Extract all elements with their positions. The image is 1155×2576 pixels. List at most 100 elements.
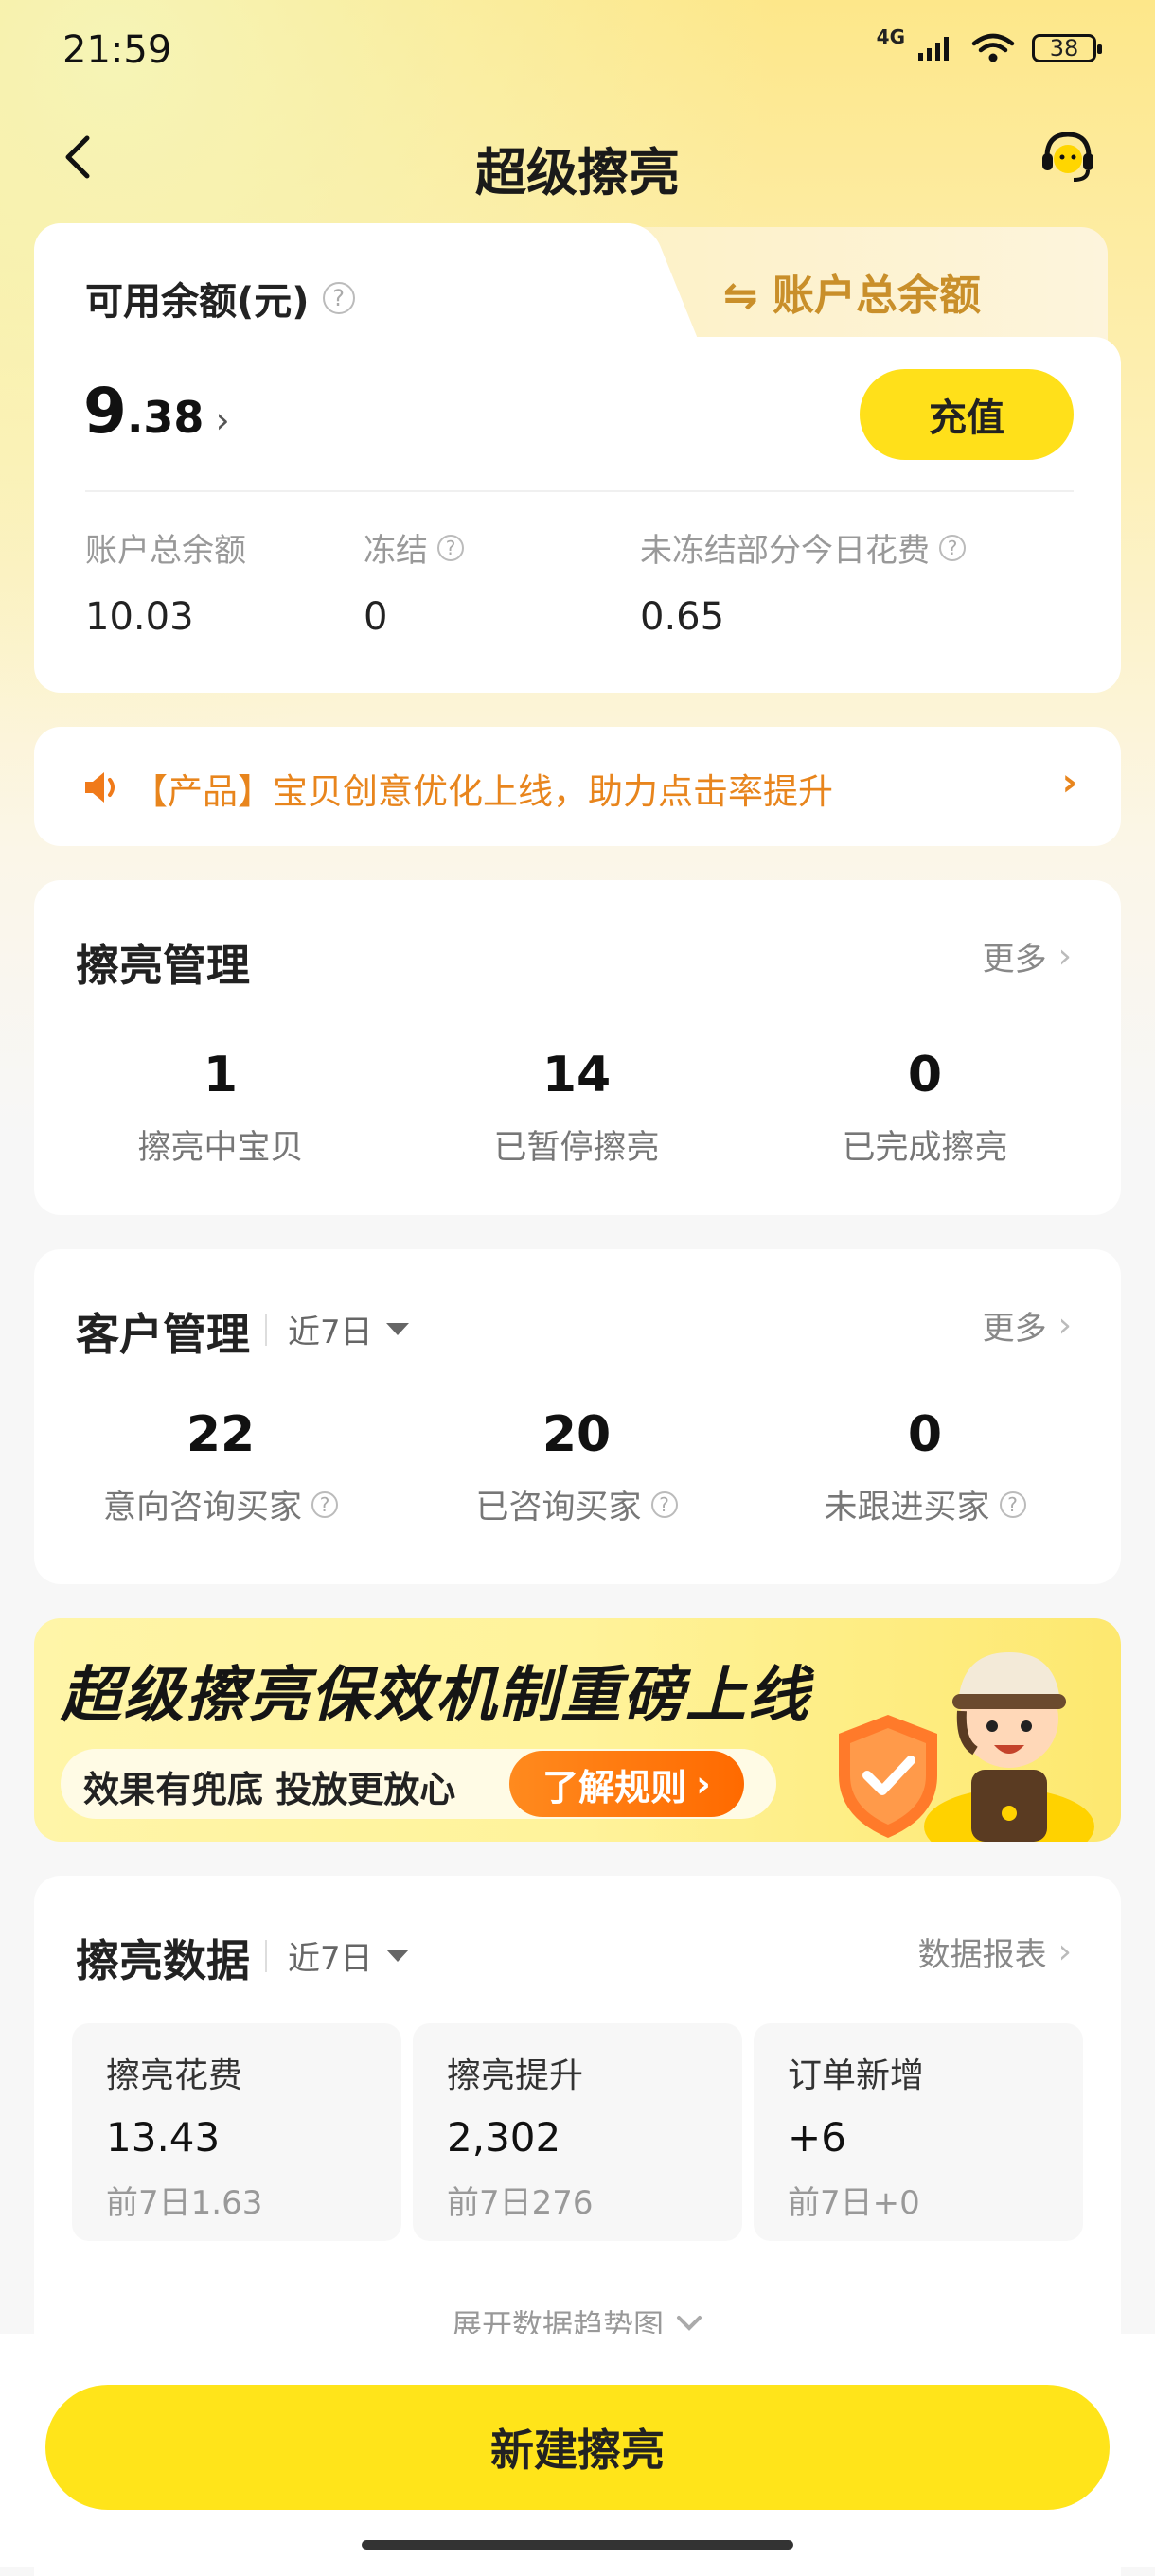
stat-frozen: 冻结? 0 — [364, 524, 464, 639]
metric-consulted-buyers[interactable]: 20 已咨询买家? — [420, 1406, 733, 1528]
clock: 21:59 — [62, 28, 172, 72]
metric-intent-buyers[interactable]: 22 意向咨询买家? — [64, 1406, 377, 1528]
metric-paused[interactable]: 14 已暂停擦亮 — [420, 1047, 733, 1169]
metric-unfollowed-buyers[interactable]: 0 未跟进买家? — [769, 1406, 1081, 1528]
caret-down-icon — [385, 1950, 409, 1962]
help-icon[interactable]: ? — [939, 534, 966, 561]
metric-value: 14 — [542, 1047, 612, 1103]
learn-rules-button[interactable]: 了解规则 › — [509, 1751, 744, 1817]
more-link[interactable]: 更多 › — [983, 933, 1072, 979]
new-boost-button[interactable]: 新建擦亮 — [45, 2385, 1110, 2510]
caret-down-icon — [385, 1323, 409, 1335]
page-title: 超级擦亮 — [475, 143, 680, 203]
tile-orders[interactable]: 订单新增 +6 前7日+0 — [754, 2023, 1083, 2241]
stat-total-balance: 账户总余额 10.03 — [85, 524, 246, 639]
report-label: 数据报表 — [917, 1936, 1047, 1974]
metric-value: 20 — [542, 1406, 612, 1463]
network-type: 4G — [876, 26, 905, 48]
chevron-right-icon: › — [1057, 1306, 1072, 1345]
tile-previous: 前7日+0 — [788, 2184, 920, 2222]
help-icon[interactable]: ? — [322, 282, 355, 314]
stat-label: 冻结 — [364, 532, 428, 570]
tile-boost[interactable]: 擦亮提升 2,302 前7日276 — [413, 2023, 742, 2241]
metric-label: 擦亮中宝贝 — [137, 1129, 304, 1167]
customer-card: 客户管理 近7日 更多 › 22 意向咨询买家? 20 已咨询买家? 0 未跟进买… — [34, 1249, 1121, 1584]
metric-label: 已完成擦亮 — [842, 1129, 1008, 1167]
stat-value: 0.65 — [640, 595, 725, 639]
announcement-text: 【产品】宝贝创意优化上线，助力点击率提升 — [133, 771, 833, 812]
battery-icon: 38 — [1032, 34, 1102, 62]
wifi-icon — [971, 33, 1015, 62]
metric-completed[interactable]: 0 已完成擦亮 — [769, 1047, 1081, 1169]
more-label: 更多 — [982, 941, 1047, 979]
more-label: 更多 — [982, 1310, 1047, 1348]
status-bar: 21:59 4G 38 — [0, 0, 1155, 104]
tile-previous: 前7日276 — [447, 2184, 594, 2222]
help-icon[interactable]: ? — [311, 1491, 338, 1518]
metric-label: 未跟进买家 — [824, 1489, 990, 1526]
stat-value: 0 — [364, 595, 388, 639]
tile-title: 订单新增 — [788, 2056, 925, 2095]
period-label: 近7日 — [288, 1314, 373, 1351]
balance-card: 可用余额(元) ? ⇋ 账户总余额 9 .38 › 充值 账户总余额 10.03… — [34, 223, 1121, 693]
home-indicator[interactable] — [362, 2540, 793, 2550]
status-icons: 4G 38 — [877, 26, 1102, 64]
tile-title: 擦亮提升 — [447, 2056, 584, 2095]
stat-value: 10.03 — [85, 595, 194, 639]
available-balance-label: 可用余额(元) ? — [85, 271, 355, 326]
metric-label: 已咨询买家 — [475, 1489, 642, 1526]
stat-label: 未冻结部分今日花费 — [640, 532, 930, 570]
available-balance-amount[interactable]: 9 .38 › — [83, 375, 230, 448]
metric-label: 意向咨询买家 — [102, 1489, 302, 1526]
chevron-right-icon: › — [1057, 937, 1072, 976]
metric-value: 0 — [907, 1406, 943, 1463]
learn-rules-label: 了解规则 — [542, 1766, 687, 1808]
period-label: 近7日 — [288, 1940, 373, 1978]
chevron-right-icon: › — [1057, 1932, 1072, 1971]
section-title: 客户管理 — [76, 1309, 250, 1360]
announcement-bar[interactable]: 【产品】宝贝创意优化上线，助力点击率提升 › — [34, 727, 1121, 846]
help-icon[interactable]: ? — [999, 1491, 1026, 1518]
amount-decimal: .38 — [126, 392, 204, 443]
chevron-down-icon — [677, 2316, 702, 2331]
chevron-right-icon: › — [215, 399, 230, 441]
metric-label: 已暂停擦亮 — [493, 1129, 660, 1167]
metric-active[interactable]: 1 擦亮中宝贝 — [64, 1047, 377, 1169]
tile-value: 2,302 — [447, 2114, 561, 2161]
help-icon[interactable]: ? — [650, 1491, 678, 1518]
section-title: 擦亮数据 — [76, 1935, 250, 1986]
tile-title: 擦亮花费 — [106, 2056, 243, 2095]
available-balance-text: 可用余额(元) — [85, 280, 310, 324]
tile-value: +6 — [788, 2114, 846, 2161]
tile-value: 13.43 — [106, 2114, 221, 2161]
chevron-right-icon: › — [1061, 761, 1077, 804]
metric-value: 0 — [907, 1047, 943, 1103]
speaker-icon — [85, 772, 115, 803]
amount-integer: 9 — [83, 375, 127, 448]
recharge-button[interactable]: 充值 — [860, 369, 1074, 460]
period-selector[interactable]: 近7日 — [265, 1932, 409, 1979]
mascot-illustration — [924, 1652, 1094, 1842]
banner-title: 超级擦亮保效机制重磅上线 — [61, 1661, 810, 1731]
bottom-action-bar: 新建擦亮 — [0, 2334, 1155, 2567]
stat-label: 账户总余额 — [85, 532, 246, 570]
data-report-link[interactable]: 数据报表 › — [918, 1929, 1072, 1975]
section-title: 擦亮管理 — [76, 940, 250, 991]
tile-previous: 前7日1.63 — [106, 2184, 263, 2222]
stat-today-spend: 未冻结部分今日花费? 0.65 — [640, 524, 966, 639]
nav-bar: 超级擦亮 — [0, 114, 1155, 208]
metric-value: 22 — [186, 1406, 256, 1463]
more-link[interactable]: 更多 › — [983, 1302, 1072, 1349]
divider — [85, 490, 1074, 492]
help-icon[interactable]: ? — [437, 534, 464, 561]
customer-service-icon[interactable] — [1036, 125, 1100, 189]
signal-icon — [918, 37, 949, 61]
metric-value: 1 — [203, 1047, 239, 1103]
banner-subtitle: 效果有兜底 投放更放心 — [83, 1769, 456, 1810]
tile-spend[interactable]: 擦亮花费 13.43 前7日1.63 — [72, 2023, 401, 2241]
promo-banner[interactable]: 超级擦亮保效机制重磅上线 效果有兜底 投放更放心 了解规则 › — [34, 1618, 1121, 1842]
chevron-right-icon: › — [696, 1763, 711, 1805]
total-balance-toggle[interactable]: ⇋ 账户总余额 — [723, 261, 981, 322]
manage-card: 擦亮管理 更多 › 1 擦亮中宝贝 14 已暂停擦亮 0 已完成擦亮 — [34, 880, 1121, 1215]
period-selector[interactable]: 近7日 — [265, 1306, 409, 1352]
